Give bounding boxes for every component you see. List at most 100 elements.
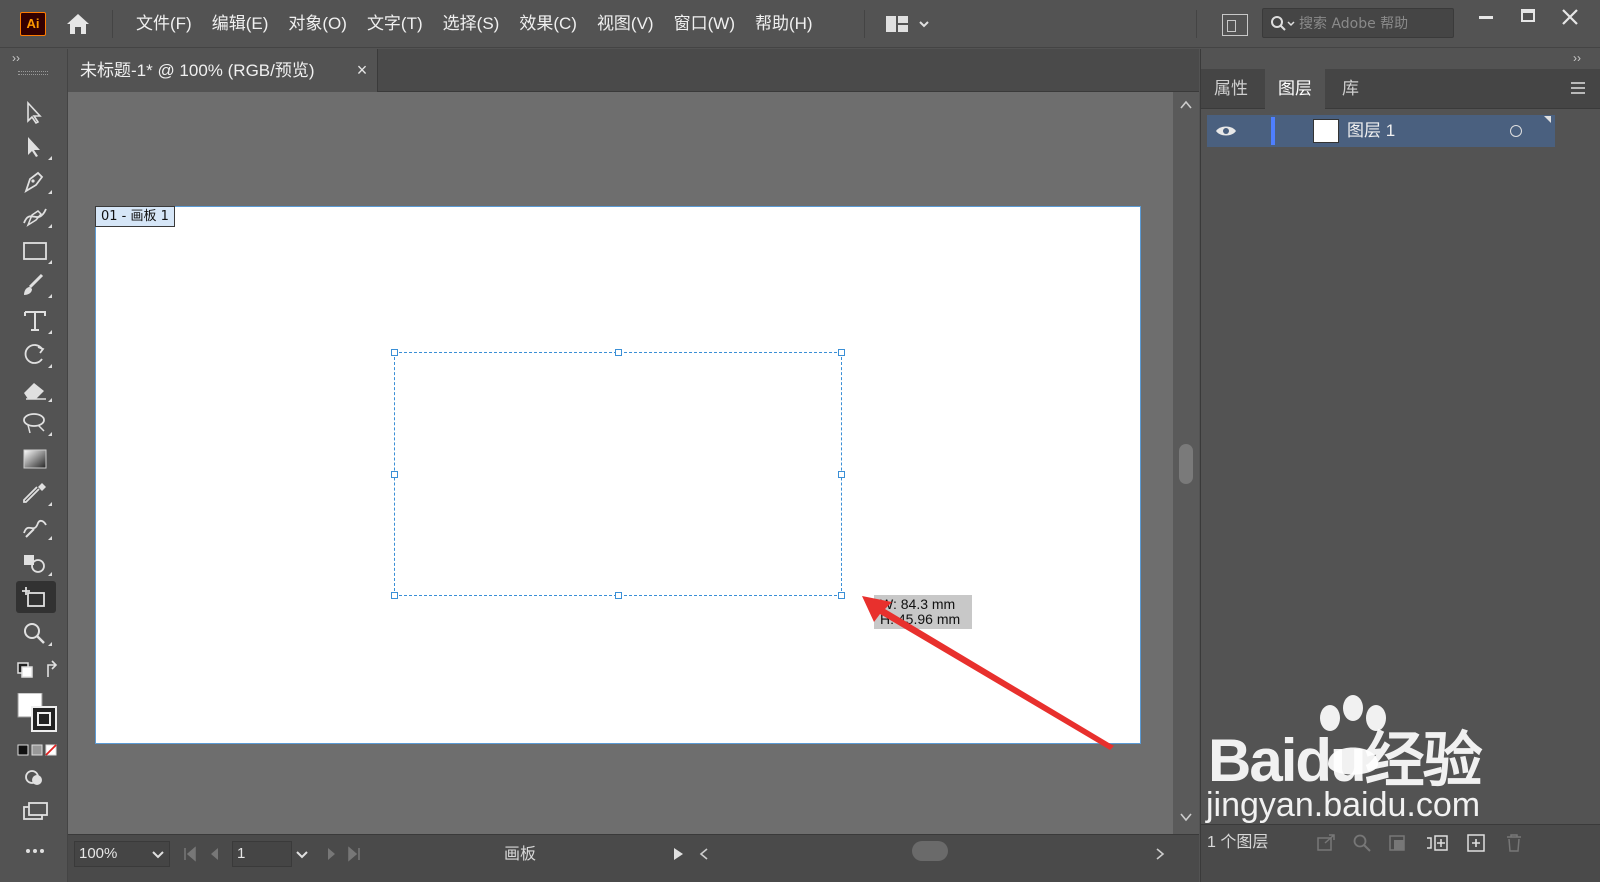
close-window-button[interactable] <box>1550 2 1590 32</box>
canvas-area[interactable]: 01 - 画板 1 W: 84.3 mm H: 45.96 mm <box>68 92 1199 834</box>
more-tools-icon[interactable] <box>16 839 56 859</box>
layer-thumbnail <box>1313 119 1339 143</box>
rectangle-tool[interactable] <box>16 235 56 267</box>
paintbrush-tool[interactable] <box>16 269 56 301</box>
workspace-switcher[interactable] <box>884 13 940 35</box>
panel-collapse-icon[interactable]: ›› <box>1573 51 1581 65</box>
help-search-input[interactable] <box>1299 13 1449 35</box>
scroll-up-icon[interactable] <box>1179 98 1193 112</box>
help-search-box[interactable] <box>1262 8 1454 38</box>
previous-artboard-icon[interactable] <box>206 845 222 863</box>
first-artboard-icon[interactable] <box>182 845 198 863</box>
main-menu: 文件(F) 编辑(E) 对象(O) 文字(T) 选择(S) 效果(C) 视图(V… <box>126 0 823 48</box>
create-new-layer-icon[interactable] <box>1465 833 1487 853</box>
zoom-dropdown-icon[interactable] <box>146 841 170 867</box>
document-tab-strip: 未标题-1* @ 100% (RGB/预览) × <box>68 49 1199 92</box>
vertical-scrollbar[interactable] <box>1173 92 1199 834</box>
eyedropper-tool[interactable] <box>16 477 56 509</box>
close-document-icon[interactable]: × <box>352 60 372 80</box>
scroll-down-icon[interactable] <box>1179 810 1193 824</box>
toolbar-grip[interactable] <box>18 71 48 75</box>
resize-handle[interactable] <box>391 592 398 599</box>
pen-tool[interactable] <box>16 165 56 197</box>
illustrator-logo: Ai <box>20 12 46 36</box>
zoom-tool[interactable] <box>16 617 56 649</box>
tab-properties[interactable]: 属性 <box>1201 69 1261 109</box>
menu-help[interactable]: 帮助(H) <box>745 0 823 48</box>
next-artboard-icon[interactable] <box>324 845 340 863</box>
scroll-left-icon[interactable] <box>698 847 710 861</box>
swap-default-colors[interactable] <box>10 655 60 687</box>
fill-stroke-swatches[interactable] <box>10 689 60 733</box>
artboard-label[interactable]: 01 - 画板 1 <box>95 206 175 227</box>
puppet-warp-tool[interactable] <box>16 511 56 543</box>
delete-layer-icon[interactable] <box>1503 833 1525 853</box>
artboard-number-field[interactable]: 1 <box>232 841 292 867</box>
eraser-tool[interactable] <box>16 373 56 405</box>
drawing-mode-icon[interactable] <box>16 761 56 793</box>
menu-type[interactable]: 文字(T) <box>357 0 433 48</box>
resize-handle[interactable] <box>838 592 845 599</box>
make-clipping-mask-icon[interactable] <box>1387 833 1409 853</box>
artboard-dropdown-icon[interactable] <box>290 841 314 867</box>
direct-selection-tool[interactable] <box>16 131 56 163</box>
visibility-eye-icon[interactable] <box>1215 123 1237 139</box>
toolbar-collapse-icon[interactable]: ›› <box>12 51 20 65</box>
selected-rectangle[interactable] <box>391 349 845 599</box>
artboard-tool[interactable] <box>16 581 56 613</box>
lasso-tool[interactable] <box>16 407 56 439</box>
resize-handle[interactable] <box>391 471 398 478</box>
create-sublayer-icon[interactable] <box>1425 833 1451 853</box>
resize-handle[interactable] <box>391 349 398 356</box>
menu-file[interactable]: 文件(F) <box>126 0 202 48</box>
layer-color-indicator <box>1271 117 1275 145</box>
curvature-tool[interactable] <box>16 199 56 231</box>
resize-handle[interactable] <box>838 349 845 356</box>
resize-handle[interactable] <box>838 471 845 478</box>
screen-mode-icon[interactable] <box>16 795 56 827</box>
horizontal-scroll-thumb[interactable] <box>912 841 948 861</box>
rotate-tool[interactable] <box>16 339 56 371</box>
shape-builder-tool[interactable] <box>16 547 56 579</box>
menu-bar: Ai 文件(F) 编辑(E) 对象(O) 文字(T) 选择(S) 效果(C) 视… <box>0 0 1600 48</box>
status-tool-label[interactable]: 画板 <box>504 835 536 875</box>
document-tab-title: 未标题-1* @ 100% (RGB/预览) <box>80 61 315 80</box>
document-tab[interactable]: 未标题-1* @ 100% (RGB/预览) × <box>68 49 378 92</box>
tools-panel: ›› <box>0 49 68 882</box>
panel-menu-icon[interactable] <box>1569 81 1587 95</box>
panel-toggle-icon[interactable] <box>1222 14 1248 36</box>
menu-select[interactable]: 选择(S) <box>433 0 510 48</box>
menu-edit[interactable]: 编辑(E) <box>202 0 279 48</box>
menu-separator <box>864 10 865 38</box>
export-icon[interactable] <box>1315 833 1337 853</box>
resize-handle[interactable] <box>615 592 622 599</box>
home-icon[interactable] <box>64 12 92 36</box>
layers-panel-footer: 1 个图层 <box>1201 824 1600 882</box>
menu-window[interactable]: 窗口(W) <box>664 0 745 48</box>
panel-tabs: 属性 图层 库 <box>1201 69 1600 109</box>
status-bar: 100% 1 画板 <box>68 834 1199 882</box>
tab-layers[interactable]: 图层 <box>1265 69 1325 109</box>
color-mode-buttons[interactable] <box>10 739 60 756</box>
minimize-button[interactable] <box>1466 2 1506 32</box>
layer-name[interactable]: 图层 1 <box>1347 115 1395 147</box>
maximize-button[interactable] <box>1508 2 1548 32</box>
resize-handle[interactable] <box>615 349 622 356</box>
menu-effect[interactable]: 效果(C) <box>509 0 587 48</box>
menu-view[interactable]: 视图(V) <box>587 0 664 48</box>
layers-panel: ›› 属性 图层 库 图层 1 1 个图层 <box>1200 49 1600 882</box>
type-tool[interactable] <box>16 305 56 337</box>
gradient-tool[interactable] <box>16 443 56 475</box>
menu-object[interactable]: 对象(O) <box>278 0 357 48</box>
selection-tool[interactable] <box>16 97 56 129</box>
tab-libraries[interactable]: 库 <box>1329 69 1372 109</box>
annotation-arrow-icon <box>862 596 1114 750</box>
status-menu-arrow-icon[interactable] <box>672 847 684 861</box>
search-icon <box>1270 15 1298 33</box>
vertical-scroll-thumb[interactable] <box>1179 444 1193 484</box>
locate-object-icon[interactable] <box>1351 833 1373 853</box>
layer-target-icon[interactable] <box>1510 125 1522 137</box>
last-artboard-icon[interactable] <box>346 845 362 863</box>
layer-row[interactable]: 图层 1 <box>1207 115 1555 147</box>
scroll-right-icon[interactable] <box>1154 847 1166 861</box>
